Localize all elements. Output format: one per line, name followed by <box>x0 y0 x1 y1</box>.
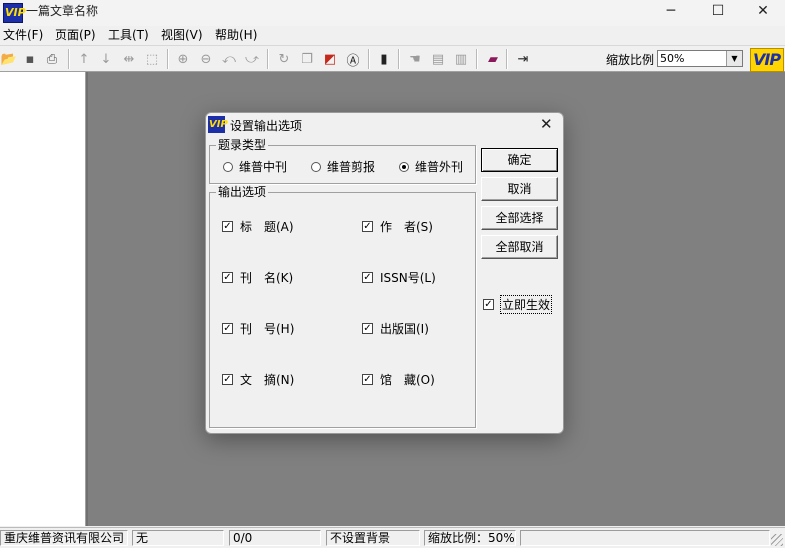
checkbox-box: ✓ <box>362 323 373 334</box>
app-logo-icon: VIP <box>3 3 26 23</box>
checkbox-author[interactable]: ✓ 作 者(S) <box>362 218 433 235</box>
radio-weipu-clipping[interactable]: 维普剪报 <box>311 158 375 175</box>
save-icon[interactable]: ▪ <box>21 50 39 68</box>
ok-button[interactable]: 确定 <box>481 148 558 172</box>
window-title: 一篇文章名称 <box>26 4 99 18</box>
title-bar: VIP 一篇文章名称 ─ ☐ ✕ <box>0 0 785 26</box>
output-options-dialog: VIP 设置输出选项 ✕ 题录类型 维普中刊 维普剪报 维普外刊 输出选项 ✓ … <box>205 112 564 434</box>
checkbox-apply-now[interactable]: ✓ 立即生效 <box>483 295 553 314</box>
menu-tools[interactable]: 工具(T) <box>108 26 149 45</box>
print-icon[interactable]: ⎙ <box>43 50 61 68</box>
status-background: 不设置背景 <box>326 530 420 546</box>
zoom-in-icon[interactable]: ⊕ <box>174 50 192 68</box>
exit-icon[interactable]: ⇥ <box>514 50 532 68</box>
checkbox-journal-name[interactable]: ✓ 刊 名(K) <box>222 269 293 286</box>
maximize-button[interactable]: ☐ <box>695 0 741 22</box>
radio-weipu-foreign[interactable]: 维普外刊 <box>399 158 463 175</box>
left-pane[interactable] <box>0 72 86 526</box>
radio-weipu-china[interactable]: 维普中刊 <box>223 158 287 175</box>
status-zoom: 缩放比例：50% <box>424 530 516 546</box>
toolbar-separator <box>68 49 70 69</box>
select-all-button[interactable]: 全部选择 <box>481 206 558 230</box>
toolbar: 📂 ▪ ⎙ ↑ ↓ ⇹ ⬚ ⊕ ⊖ ⤺ ⤻ ↻ ❐ ◩ Ⓐ ▮ ☚ ▤ ▥ ▰ … <box>0 45 785 72</box>
bar-chart-icon[interactable]: ▮ <box>375 50 393 68</box>
color-icon[interactable]: ◩ <box>321 50 339 68</box>
checkbox-issn[interactable]: ✓ ISSN号(L) <box>362 269 436 286</box>
status-empty <box>520 530 770 546</box>
toolbar-separator <box>167 49 169 69</box>
output-options-legend: 输出选项 <box>216 185 269 199</box>
checkbox-box: ✓ <box>483 299 494 310</box>
radio-circle <box>311 161 321 172</box>
zoom-label: 缩放比例 <box>606 53 655 67</box>
toolbar-separator <box>398 49 400 69</box>
close-button[interactable]: ✕ <box>740 0 785 22</box>
output-options-group: 输出选项 ✓ 标 题(A) ✓ 作 者(S) ✓ 刊 名(K) ✓ ISSN号(… <box>209 185 476 428</box>
arrow-up-icon[interactable]: ↑ <box>75 50 93 68</box>
checkbox-box: ✓ <box>222 374 233 385</box>
rotate-left-icon[interactable]: ⤺ <box>220 50 238 68</box>
menu-page[interactable]: 页面(P) <box>55 26 96 45</box>
checkbox-box: ✓ <box>362 221 373 232</box>
fit-page-icon[interactable]: ⬚ <box>143 50 161 68</box>
record-type-group: 题录类型 维普中刊 维普剪报 维普外刊 <box>209 138 476 184</box>
open-folder-icon[interactable]: 📂 <box>0 50 18 68</box>
checkbox-title[interactable]: ✓ 标 题(A) <box>222 218 294 235</box>
chevron-down-icon[interactable]: ▼ <box>726 51 742 66</box>
dialog-title: 设置输出选项 <box>230 119 303 133</box>
checkbox-abstract[interactable]: ✓ 文 摘(N) <box>222 371 294 388</box>
status-page: 0/0 <box>229 530 321 546</box>
document-icon[interactable]: ▥ <box>452 50 470 68</box>
record-type-legend: 题录类型 <box>216 138 269 152</box>
toolbar-separator <box>267 49 269 69</box>
refresh-icon[interactable]: ↻ <box>275 50 293 68</box>
toolbar-separator <box>506 49 508 69</box>
checkbox-box: ✓ <box>362 374 373 385</box>
zoom-out-icon[interactable]: ⊖ <box>197 50 215 68</box>
zoom-select-value: 50% <box>660 52 685 65</box>
book-icon[interactable]: ▰ <box>484 50 502 68</box>
vip-brand-logo: VIP <box>750 48 784 72</box>
menu-help[interactable]: 帮助(H) <box>215 26 257 45</box>
checkbox-box: ✓ <box>222 221 233 232</box>
fit-width-icon[interactable]: ⇹ <box>120 50 138 68</box>
status-bar: 重庆维普资讯有限公司 无 0/0 不设置背景 缩放比例：50% <box>0 527 785 548</box>
checkbox-holdings[interactable]: ✓ 馆 藏(O) <box>362 371 435 388</box>
toolbar-separator <box>476 49 478 69</box>
resize-grip[interactable] <box>771 534 783 546</box>
checkbox-box: ✓ <box>222 323 233 334</box>
dialog-close-icon[interactable]: ✕ <box>540 115 553 133</box>
menu-view[interactable]: 视图(V) <box>161 26 203 45</box>
minimize-button[interactable]: ─ <box>648 0 694 22</box>
status-field: 无 <box>132 530 224 546</box>
deselect-all-button[interactable]: 全部取消 <box>481 235 558 259</box>
page-icon[interactable]: ▤ <box>429 50 447 68</box>
dialog-logo-icon: VIP <box>208 116 228 133</box>
toolbar-separator <box>368 49 370 69</box>
checkbox-journal-number[interactable]: ✓ 刊 号(H) <box>222 320 294 337</box>
copy-icon[interactable]: ❐ <box>298 50 316 68</box>
status-company: 重庆维普资讯有限公司 <box>0 530 128 546</box>
checkbox-country[interactable]: ✓ 出版国(I) <box>362 320 429 337</box>
radio-circle <box>223 161 233 172</box>
checkbox-box: ✓ <box>362 272 373 283</box>
cancel-button[interactable]: 取消 <box>481 177 558 201</box>
menu-file[interactable]: 文件(F) <box>3 26 43 45</box>
checkbox-box: ✓ <box>222 272 233 283</box>
hand-icon[interactable]: ☚ <box>406 50 424 68</box>
text-icon[interactable]: Ⓐ <box>344 50 362 69</box>
rotate-right-icon[interactable]: ⤻ <box>243 50 261 68</box>
arrow-down-icon[interactable]: ↓ <box>97 50 115 68</box>
zoom-select[interactable]: 50% ▼ <box>657 50 743 67</box>
menu-bar: 文件(F) 页面(P) 工具(T) 视图(V) 帮助(H) <box>0 26 785 45</box>
radio-circle-selected <box>399 161 409 172</box>
